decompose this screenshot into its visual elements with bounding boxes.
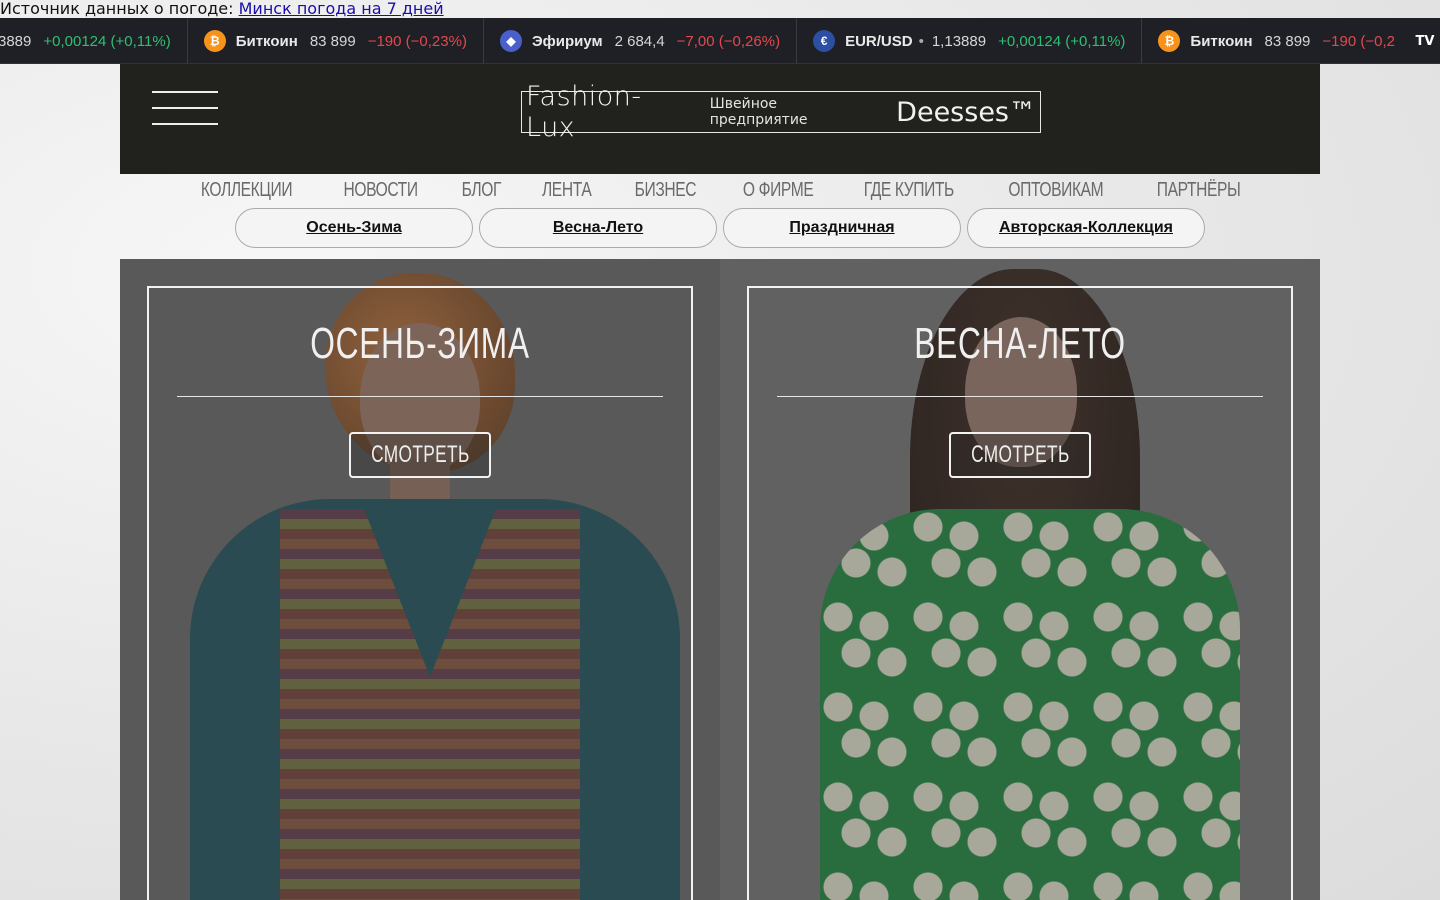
- ticker-price: 3889: [0, 32, 32, 50]
- logo-brand: Deesses™: [896, 96, 1036, 128]
- ticker-name: Эфириум: [531, 32, 603, 50]
- collection-title: ОСЕНЬ-ЗИМА: [310, 319, 530, 368]
- ticker-change: −190 (−0,23%): [367, 32, 467, 50]
- eur-usd-icon: €: [813, 30, 836, 52]
- collection-tabs: Осень-Зима Весна-Лето Праздничная Авторс…: [235, 208, 1207, 248]
- weather-link[interactable]: Минск погода на 7 дней: [239, 0, 444, 18]
- nav-item-about[interactable]: О ФИРМЕ: [743, 179, 814, 202]
- collection-title: ВЕСНА-ЛЕТО: [914, 319, 1126, 368]
- ticker-change: +0,00124 (+0,11%): [43, 32, 171, 50]
- ticker-track: 3889 +0,00124 (+0,11%) ₿ Биткоин 83 899 …: [0, 18, 1411, 63]
- site-header: Fashion-Lux Швейное предприятие Deesses™: [120, 64, 1320, 174]
- tab-festive[interactable]: Праздничная: [723, 208, 961, 248]
- ticker-item[interactable]: € EUR/USD • 1,13889 +0,00124 (+0,11%): [797, 18, 1143, 63]
- title-divider: [177, 396, 663, 397]
- collections-showcase: ОСЕНЬ-ЗИМА СМОТРЕТЬ ВЕСНА-ЛЕТО СМОТРЕТЬ: [120, 259, 1320, 900]
- ticker-name: Биткоин: [1190, 32, 1253, 50]
- burger-line: [152, 91, 218, 93]
- view-button-label: СМОТРЕТЬ: [970, 441, 1070, 468]
- logo-main-text: Fashion-Lux: [526, 81, 642, 143]
- collection-card-autumn-winter[interactable]: ОСЕНЬ-ЗИМА СМОТРЕТЬ: [120, 259, 720, 900]
- ticker-change: −7,00 (−0,26%): [676, 32, 781, 50]
- ticker-item[interactable]: ◆ Эфириум 2 684,4 −7,00 (−0,26%): [484, 18, 798, 63]
- logo-subtitle: Швейное предприятие: [709, 96, 808, 128]
- bitcoin-icon: ₿: [1158, 30, 1181, 52]
- main-navigation: КОЛЛЕКЦИИ НОВОСТИ БЛОГ ЛЕНТА БИЗНЕС О ФИ…: [120, 174, 1320, 206]
- menu-burger-icon[interactable]: [152, 91, 218, 127]
- ticker-price: 2 684,4: [614, 32, 665, 50]
- site-logo[interactable]: Fashion-Lux Швейное предприятие Deesses™: [521, 81, 1041, 143]
- weather-source-label: Источник данных о погоде:: [0, 0, 239, 18]
- ticker-price: 1,13889: [931, 32, 987, 50]
- ticker-item[interactable]: ₿ Биткоин 83 899 −190 (−0,2: [1142, 18, 1411, 63]
- ticker-change: −190 (−0,2: [1322, 32, 1395, 50]
- burger-line: [152, 107, 218, 109]
- ticker-item[interactable]: 3889 +0,00124 (+0,11%): [0, 18, 188, 63]
- card-frame: [747, 286, 1293, 900]
- ticker-separator-dot: •: [918, 32, 924, 50]
- nav-item-where-to-buy[interactable]: ГДЕ КУПИТЬ: [864, 179, 955, 202]
- collection-card-spring-summer[interactable]: ВЕСНА-ЛЕТО СМОТРЕТЬ: [720, 259, 1320, 900]
- ticker-tape: 3889 +0,00124 (+0,11%) ₿ Биткоин 83 899 …: [0, 18, 1440, 64]
- nav-item-business[interactable]: БИЗНЕС: [635, 179, 697, 202]
- view-button[interactable]: СМОТРЕТЬ: [349, 432, 491, 478]
- bitcoin-icon: ₿: [203, 30, 226, 52]
- ticker-item[interactable]: ₿ Биткоин 83 899 −190 (−0,23%): [188, 18, 484, 63]
- title-divider: [777, 396, 1263, 397]
- tab-autumn-winter[interactable]: Осень-Зима: [235, 208, 473, 248]
- ticker-price: 83 899: [309, 32, 356, 50]
- weather-source-line: Источник данных о погоде: Минск погода н…: [0, 0, 444, 18]
- ticker-change: +0,00124 (+0,11%): [998, 32, 1126, 50]
- nav-item-collections[interactable]: КОЛЛЕКЦИИ: [201, 179, 293, 202]
- card-frame: [147, 286, 693, 900]
- tab-author-collection[interactable]: Авторская-Коллекция: [967, 208, 1205, 248]
- view-button-label: СМОТРЕТЬ: [370, 441, 470, 468]
- burger-line: [152, 123, 218, 125]
- nav-item-partners[interactable]: ПАРТНЁРЫ: [1156, 179, 1240, 202]
- tradingview-logo-icon[interactable]: TV: [1410, 18, 1440, 63]
- tab-spring-summer[interactable]: Весна-Лето: [479, 208, 717, 248]
- view-button[interactable]: СМОТРЕТЬ: [949, 432, 1091, 478]
- ticker-name: EUR/USD: [845, 32, 913, 50]
- nav-item-blog[interactable]: БЛОГ: [462, 179, 502, 202]
- nav-item-news[interactable]: НОВОСТИ: [344, 179, 419, 202]
- nav-item-feed[interactable]: ЛЕНТА: [542, 179, 592, 202]
- nav-item-wholesale[interactable]: ОПТОВИКАМ: [1008, 179, 1103, 202]
- ticker-name: Биткоин: [235, 32, 298, 50]
- ticker-price: 83 899: [1264, 32, 1311, 50]
- ethereum-icon: ◆: [499, 30, 522, 52]
